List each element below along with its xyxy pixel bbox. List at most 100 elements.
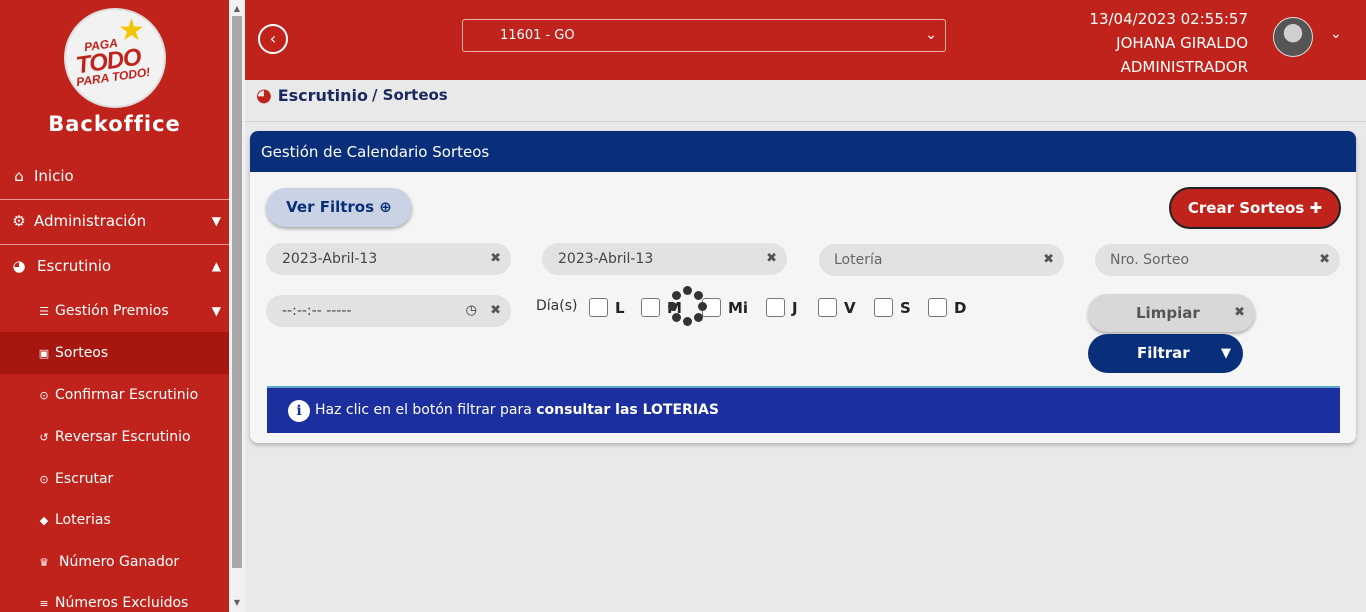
day-checkbox-v[interactable]: V (818, 298, 856, 317)
day-label: D (954, 298, 967, 317)
checkbox[interactable] (818, 298, 837, 317)
logo[interactable]: ★ PAGA TODO PARA TODO! (64, 8, 166, 108)
clear-button-label: Limpiar (1136, 304, 1200, 322)
card-title: Gestión de Calendario Sorteos (250, 131, 1356, 172)
spinner-dot (698, 302, 707, 311)
day-checkbox-s[interactable]: S (874, 298, 911, 317)
checkbox[interactable] (589, 298, 608, 317)
scroll-down-icon[interactable]: ▼ (231, 598, 243, 607)
clear-icon[interactable]: ✖ (490, 295, 501, 327)
day-label: S (900, 298, 911, 317)
sidebar-item-label: Reversar Escrutinio (55, 429, 191, 445)
scroll-up-icon[interactable]: ▲ (231, 4, 243, 13)
back-button[interactable]: ‹ (258, 24, 288, 54)
breadcrumb-divider (245, 121, 1366, 122)
chevron-down-icon[interactable]: ⌄ (1330, 26, 1342, 42)
loading-spinner-icon (668, 286, 708, 326)
clear-icon[interactable]: ✖ (1319, 244, 1330, 276)
gear-icon: ⚙ (12, 212, 26, 230)
breadcrumb: ◕ Escrutinio / Sorteos (256, 82, 448, 108)
chevron-down-icon: ▼ (211, 214, 221, 228)
clear-icon[interactable]: ✖ (766, 243, 777, 275)
sidebar-item-reversar-escrutinio[interactable]: ↺ Reversar Escrutinio (0, 424, 229, 450)
sidebar-item-label: Sorteos (55, 345, 109, 361)
sidebar-item-inicio[interactable]: ⌂ Inicio (0, 163, 229, 189)
info-text: Haz clic en el botón filtrar para (315, 402, 537, 418)
date-to-value: 2023-Abril-13 (558, 251, 654, 267)
sidebar-item-escrutinio[interactable]: ◕ Escrutinio ▲ (0, 253, 229, 279)
sidebar-item-label: Gestión Premios (55, 303, 169, 319)
sidebar-item-label: Números Excluidos (55, 595, 189, 611)
time-field[interactable]: --:--:-- ----- ◷ ✖ (266, 295, 511, 327)
day-label: V (844, 298, 856, 317)
date-to-field[interactable]: 2023-Abril-13 ✖ (542, 243, 787, 275)
sidebar-item-label: Escrutinio (37, 257, 112, 275)
sidebar: ★ PAGA TODO PARA TODO! Backoffice ⌂ Inic… (0, 0, 229, 612)
sidebar-divider (0, 244, 229, 245)
sidebar-item-gestion-premios[interactable]: ☰ Gestión Premios ▼ (0, 298, 229, 324)
create-draws-button[interactable]: Crear Sorteos ✚ (1169, 187, 1341, 229)
lottery-placeholder: Lotería (834, 252, 883, 268)
clear-icon[interactable]: ✖ (1043, 244, 1054, 276)
day-label: Mi (728, 298, 749, 317)
checkbox[interactable] (928, 298, 947, 317)
trophy-icon: ♛ (39, 555, 49, 569)
branch-select-value: 11601 - GO (500, 28, 575, 43)
sidebar-item-escrutar[interactable]: ⊙ Escrutar (0, 466, 229, 492)
spinner-dot (683, 317, 692, 326)
clear-icon[interactable]: ✖ (490, 243, 501, 275)
day-checkbox-j[interactable]: J (766, 298, 798, 317)
filter-button[interactable]: Filtrar ▼ (1088, 334, 1243, 373)
lottery-field[interactable]: Lotería ✖ (819, 244, 1064, 276)
date-from-field[interactable]: 2023-Abril-13 ✖ (266, 243, 511, 275)
sidebar-item-label: Escrutar (55, 471, 114, 487)
date-from-value: 2023-Abril-13 (282, 251, 378, 267)
day-checkbox-d[interactable]: D (928, 298, 966, 317)
sidebar-item-label: Número Ganador (59, 554, 180, 570)
clear-button[interactable]: Limpiar ✖ (1088, 294, 1255, 332)
spinner-dot (672, 313, 681, 322)
draw-number-placeholder: Nro. Sorteo (1110, 252, 1190, 268)
time-placeholder: --:--:-- ----- (282, 303, 352, 319)
draw-number-field[interactable]: Nro. Sorteo ✖ (1095, 244, 1340, 276)
sidebar-item-sorteos[interactable]: ▣ Sorteos (0, 332, 229, 374)
circle-down-icon: ⊕ (379, 198, 392, 216)
sidebar-item-loterias[interactable]: ◆ Loterias (0, 507, 229, 533)
user-name: JOHANA GIRALDO (1116, 34, 1248, 52)
checkbox[interactable] (766, 298, 785, 317)
checkbox[interactable] (874, 298, 893, 317)
show-filters-button[interactable]: Ver Filtros ⊕ (266, 188, 412, 227)
sidebar-item-numeros-excluidos[interactable]: ≡ Números Excluidos (0, 591, 229, 612)
spinner-dot (672, 291, 681, 300)
search-icon: ⊙ (39, 388, 49, 402)
chevron-down-icon: ⌄ (925, 27, 937, 43)
branch-select[interactable]: 11601 - GO ⌄ (462, 19, 946, 52)
day-checkbox-mi[interactable]: Mi (702, 298, 748, 317)
list-icon: ≡ (39, 596, 49, 610)
checkbox[interactable] (641, 298, 660, 317)
ticket-icon: ◆ (39, 513, 49, 527)
sidebar-item-administracion[interactable]: ⚙ Administración ▼ (0, 208, 229, 234)
scrollbar-thumb[interactable] (232, 16, 242, 568)
sidebar-item-numero-ganador[interactable]: ♛ Número Ganador (0, 549, 229, 575)
day-checkbox-l[interactable]: L (589, 298, 625, 317)
spinner-dot (694, 291, 703, 300)
sidebar-item-label: Administración (34, 212, 147, 230)
spinner-dot (683, 286, 692, 295)
sidebar-item-confirmar-escrutinio[interactable]: ⊙ Confirmar Escrutinio (0, 382, 229, 408)
info-text-bold: consultar las LOTERIAS (536, 402, 719, 418)
info-icon: i (288, 400, 310, 422)
plus-icon: ✚ (1309, 199, 1323, 217)
chevron-up-icon: ▲ (211, 259, 221, 273)
create-draws-label: Crear Sorteos (1187, 199, 1305, 217)
undo-icon: ↺ (39, 430, 49, 444)
sidebar-divider (0, 199, 229, 200)
avatar[interactable] (1273, 17, 1313, 57)
brand-title: Backoffice (48, 112, 181, 136)
breadcrumb-section[interactable]: Escrutinio (278, 86, 368, 105)
sliders-icon: ☰ (39, 304, 49, 318)
pie-chart-icon: ◕ (12, 257, 26, 275)
pie-chart-icon: ◕ (256, 84, 272, 106)
clock-icon[interactable]: ◷ (466, 295, 477, 327)
day-label: J (792, 298, 798, 317)
